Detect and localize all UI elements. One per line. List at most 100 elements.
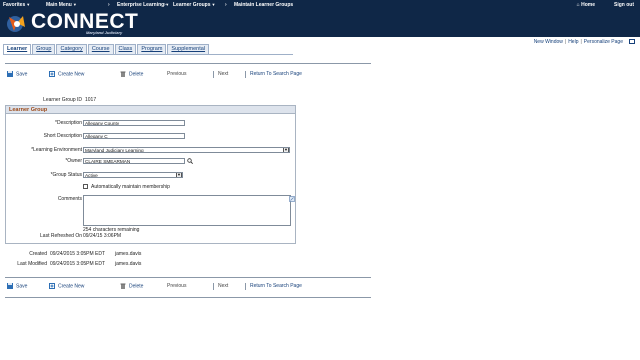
created-date: 09/24/2015 3:05PM EDT: [50, 251, 106, 257]
group-status-select[interactable]: Active ▼: [83, 172, 183, 178]
delete-button[interactable]: Delete: [120, 71, 143, 77]
tab-class[interactable]: Class: [114, 44, 137, 54]
delete-label: Delete: [129, 71, 144, 78]
create-new-button[interactable]: Create New: [49, 283, 84, 289]
return-to-search-link[interactable]: Return To Search Page: [250, 283, 302, 289]
created-label: Created: [29, 251, 47, 257]
tab-course[interactable]: Course: [87, 44, 114, 54]
separator: [245, 71, 246, 78]
last-refreshed-label: Last Refreshed On: [40, 233, 82, 239]
favorites-label: Favorites: [3, 2, 26, 8]
previous-button[interactable]: Previous: [167, 283, 186, 289]
breadcrumb-current: Maintain Learner Groups: [234, 2, 294, 8]
section-title: Learner Group: [6, 106, 295, 114]
breadcrumb-sep-icon: ›: [108, 2, 110, 8]
auto-maintain-label: Automatically maintain membership: [91, 184, 170, 190]
description-input[interactable]: Allegany County: [83, 120, 185, 126]
brand-subtitle: Maryland Judiciary: [86, 30, 123, 35]
save-label: Save: [16, 283, 28, 290]
last-refreshed-value: 09/24/15 3:06PM: [83, 233, 122, 239]
personalize-page-link[interactable]: Personalize Page: [584, 39, 623, 45]
connect-logo-icon: [7, 16, 25, 32]
short-description-label: Short Description: [43, 133, 82, 139]
next-button[interactable]: Next: [218, 283, 228, 289]
search-icon[interactable]: [187, 158, 193, 164]
previous-button[interactable]: Previous: [167, 71, 186, 77]
last-modified-label: Last Modified: [17, 261, 47, 267]
breadcrumb-label: Learner Groups: [173, 2, 211, 8]
comments-label: Comments: [57, 196, 82, 202]
main-menu[interactable]: Main Menu▼: [46, 2, 77, 8]
tab-learner[interactable]: Learner: [3, 44, 32, 54]
bottom-toolbar: Save Create New Delete Previous Next Ret…: [5, 283, 371, 291]
new-window-link[interactable]: New Window: [534, 39, 563, 45]
home-label: Home: [581, 2, 595, 8]
home-link[interactable]: ⌂ Home: [577, 2, 595, 8]
group-id-label: Learner Group ID: [43, 97, 82, 103]
created-by: james.davis: [115, 251, 142, 257]
save-icon: [7, 283, 13, 289]
create-new-icon: [49, 283, 55, 289]
separator: [213, 283, 214, 290]
breadcrumb-enterprise-learning[interactable]: Enterprise Learning▼: [117, 2, 169, 8]
next-button[interactable]: Next: [218, 71, 228, 77]
chevron-down-icon[interactable]: ▼: [176, 173, 182, 177]
learning-environment-select[interactable]: Maryland Judiciary Learning ▼: [83, 147, 290, 153]
modified-date: 09/24/2015 3:05PM EDT: [50, 261, 106, 267]
utility-nav: New Window | Help | Personalize Page: [534, 39, 635, 45]
divider: [5, 63, 371, 64]
create-new-label: Create New: [58, 283, 85, 290]
save-icon: [7, 71, 13, 77]
divider: [5, 277, 371, 278]
owner-input[interactable]: CLAIRE SMEARMAN: [83, 158, 185, 164]
tab-underline: [3, 54, 293, 55]
chevron-down-icon: ▼: [26, 2, 31, 7]
breadcrumb-learner-groups[interactable]: Learner Groups▼: [173, 2, 215, 8]
short-description-input[interactable]: Allegany C: [83, 133, 185, 139]
page-tabs: Learner Group Category Course Class Prog…: [3, 44, 210, 54]
create-new-label: Create New: [58, 71, 85, 78]
top-toolbar: Save Create New Delete Previous Next Ret…: [5, 71, 371, 79]
breadcrumb-sep-icon: ›: [225, 2, 227, 8]
breadcrumb-sep-icon: ›: [164, 2, 166, 8]
separator: |: [580, 39, 582, 45]
group-id-value: 1017: [85, 97, 97, 103]
divider: [5, 297, 371, 298]
learning-environment-label: *Learning Environment: [31, 147, 82, 153]
save-button[interactable]: Save: [7, 283, 27, 289]
tab-category[interactable]: Category: [56, 44, 87, 54]
save-label: Save: [16, 71, 28, 78]
new-window-icon[interactable]: [629, 39, 635, 46]
tab-program[interactable]: Program: [137, 44, 167, 54]
owner-label: *Owner: [65, 158, 82, 164]
separator: [213, 71, 214, 78]
trash-icon: [120, 71, 126, 77]
save-button[interactable]: Save: [7, 71, 27, 77]
comments-textarea[interactable]: [83, 195, 291, 226]
tab-supplemental[interactable]: Supplemental: [167, 44, 210, 54]
return-to-search-link[interactable]: Return To Search Page: [250, 71, 302, 77]
modified-by: james.davis: [115, 261, 142, 267]
separator: |: [564, 39, 567, 45]
tab-group[interactable]: Group: [32, 44, 56, 54]
expand-textarea-icon[interactable]: [289, 196, 295, 202]
create-new-icon: [49, 71, 55, 77]
chevron-down-icon[interactable]: ▼: [283, 148, 289, 152]
main-menu-label: Main Menu: [46, 2, 72, 8]
chevron-down-icon: ▼: [72, 2, 77, 7]
create-new-button[interactable]: Create New: [49, 71, 84, 77]
description-label: *Description: [55, 120, 82, 126]
separator: [245, 283, 246, 290]
auto-maintain-checkbox[interactable]: [83, 184, 88, 189]
group-status-value: Active: [85, 173, 98, 178]
delete-button[interactable]: Delete: [120, 283, 143, 289]
trash-icon: [120, 283, 126, 289]
help-link[interactable]: Help: [568, 39, 578, 45]
chevron-down-icon: ▼: [211, 2, 216, 7]
breadcrumb-label: Enterprise Learning: [117, 2, 165, 8]
delete-label: Delete: [129, 283, 144, 290]
home-icon: ⌂: [576, 2, 580, 8]
learning-environment-value: Maryland Judiciary Learning: [85, 148, 144, 153]
sign-out-link[interactable]: Sign out: [614, 2, 634, 8]
favorites-menu[interactable]: Favorites▼: [3, 2, 30, 8]
